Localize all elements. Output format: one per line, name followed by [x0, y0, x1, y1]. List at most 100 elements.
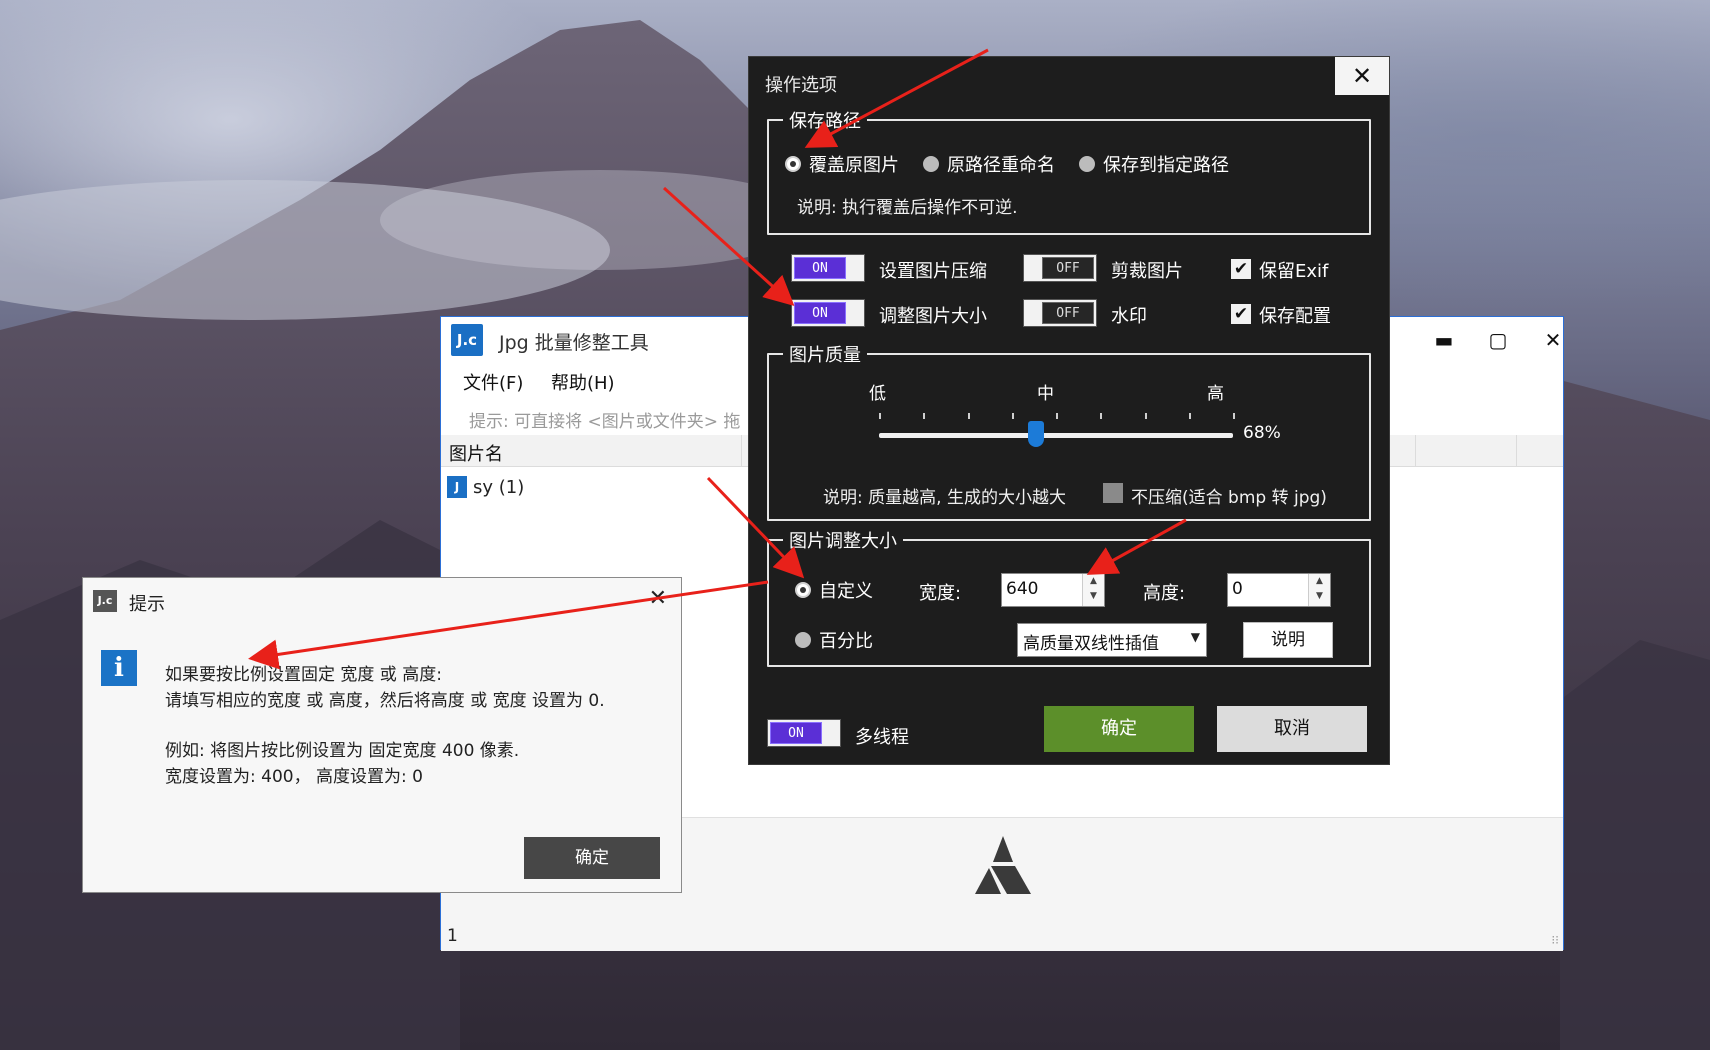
toggle-resize[interactable]: ON — [791, 299, 865, 327]
maximize-icon[interactable]: ▢ — [1478, 325, 1518, 355]
slider-tick — [923, 413, 926, 419]
radio-custom-size[interactable]: 自定义 — [795, 577, 873, 603]
column-separator[interactable] — [1516, 435, 1517, 467]
interpolation-value: 高质量双线性插值 — [1023, 634, 1159, 654]
quality-note: 说明: 质量越高, 生成的大小越大 — [823, 488, 1066, 508]
toggle-resize-label: 调整图片大小 — [879, 306, 987, 327]
toggle-multithread-label: 多线程 — [855, 727, 909, 748]
tip-line: 例如: 将图片按比例设置为 固定宽度 400 像素. — [165, 741, 520, 761]
tip-dialog: J.c 提示 ✕ i 如果要按比例设置固定 宽度 或 高度: 请填写相应的宽度 … — [82, 577, 682, 893]
radio-label: 百分比 — [819, 631, 873, 652]
slider-tick — [1011, 413, 1014, 419]
toggle-state: ON — [794, 257, 846, 279]
tip-line: 宽度设置为: 400， 高度设置为: 0 — [165, 767, 423, 787]
slider-tick — [1144, 413, 1147, 419]
quality-high-label: 高 — [1207, 384, 1224, 404]
checkbox-no-compress[interactable] — [1103, 483, 1123, 503]
column-separator[interactable] — [741, 435, 742, 467]
slider-tick — [1056, 413, 1058, 419]
radio-button[interactable] — [795, 632, 811, 648]
quality-slider-thumb[interactable] — [1028, 421, 1045, 447]
slider-tick — [879, 413, 881, 419]
width-stepper[interactable]: 640 ▲ ▼ — [1001, 573, 1105, 607]
radio-button[interactable] — [785, 156, 801, 172]
column-separator[interactable] — [1415, 435, 1416, 467]
options-close-icon[interactable]: ✕ — [1335, 57, 1389, 95]
slider-tick — [967, 413, 970, 419]
height-label: 高度: — [1143, 583, 1186, 604]
resize-grip-icon[interactable]: ⁝⁝ — [1551, 933, 1559, 947]
toggle-multithread[interactable]: ON — [767, 719, 841, 747]
slider-tick — [1233, 413, 1235, 419]
radio-rename[interactable]: 原路径重命名 — [923, 151, 1055, 177]
checkbox-save-config[interactable]: ✔ — [1231, 304, 1251, 324]
tip-line: 请填写相应的宽度 或 高度，然后将高度 或 宽度 设置为 0. — [165, 691, 605, 711]
spin-arrows-icon[interactable]: ▲ ▼ — [1308, 574, 1330, 606]
height-value: 0 — [1232, 579, 1243, 599]
radio-label: 自定义 — [819, 581, 873, 602]
quality-legend: 图片质量 — [783, 341, 867, 367]
quality-mid-label: 中 — [1037, 384, 1054, 404]
toggle-watermark[interactable]: OFF — [1023, 299, 1097, 327]
tip-titlebar: J.c 提示 ✕ — [83, 578, 681, 622]
spin-arrows-icon[interactable]: ▲ ▼ — [1082, 574, 1104, 606]
menu-help[interactable]: 帮助(H) — [551, 369, 615, 395]
column-image-name[interactable]: 图片名 — [449, 440, 503, 466]
window-close-icon[interactable]: ✕ — [1533, 325, 1573, 355]
height-stepper[interactable]: 0 ▲ ▼ — [1227, 573, 1331, 607]
minimize-icon[interactable]: ▬ — [1424, 325, 1464, 355]
radio-button[interactable] — [923, 156, 939, 172]
toggle-crop[interactable]: OFF — [1023, 254, 1097, 282]
radio-custom-path[interactable]: 保存到指定路径 — [1079, 151, 1229, 177]
radio-button[interactable] — [795, 582, 811, 598]
jpg-file-icon: J — [447, 476, 467, 498]
options-dialog: 操作选项 ✕ 保存路径 覆盖原图片 原路径重命名 保存到指定路径 说明: 执行覆… — [748, 56, 1390, 765]
chevron-down-icon: ▼ — [1190, 630, 1200, 644]
resize-group: 图片调整大小 自定义 宽度: 640 ▲ ▼ 高度: 0 ▲ ▼ 百分比 高质量双线… — [767, 527, 1371, 667]
tip-ok-button[interactable]: 确定 — [524, 837, 660, 879]
quality-value: 68% — [1243, 423, 1281, 443]
radio-percent-size[interactable]: 百分比 — [795, 627, 873, 653]
checkbox-keep-exif[interactable]: ✔ — [1231, 259, 1251, 279]
radio-overwrite[interactable]: 覆盖原图片 — [785, 151, 899, 177]
save-path-group: 保存路径 覆盖原图片 原路径重命名 保存到指定路径 说明: 执行覆盖后操作不可逆… — [767, 107, 1371, 235]
toggle-state: ON — [770, 722, 822, 744]
drag-hint: 提示: 可直接将 <图片或文件夹> 拖 — [469, 412, 741, 432]
save-config-label: 保存配置 — [1259, 306, 1331, 327]
options-ok-button[interactable]: 确定 — [1044, 706, 1194, 752]
radio-label: 保存到指定路径 — [1103, 155, 1229, 176]
slider-tick — [1100, 413, 1103, 419]
brand-logo-icon — [975, 836, 1031, 894]
table-row[interactable]: J sy (1) — [447, 473, 524, 501]
toggle-compress[interactable]: ON — [791, 254, 865, 282]
radio-button[interactable] — [1079, 156, 1095, 172]
menu-file[interactable]: 文件(F) — [463, 369, 523, 395]
tip-line: 如果要按比例设置固定 宽度 或 高度: — [165, 665, 442, 685]
toggle-state: OFF — [1042, 257, 1094, 279]
toggle-crop-label: 剪裁图片 — [1111, 261, 1183, 282]
file-name: sy (1) — [473, 476, 525, 498]
keep-exif-label: 保留Exif — [1259, 261, 1329, 282]
toggle-watermark-label: 水印 — [1111, 306, 1147, 327]
toggle-compress-label: 设置图片压缩 — [879, 261, 987, 282]
quality-slider-track[interactable] — [879, 433, 1233, 438]
resize-help-button[interactable]: 说明 — [1243, 622, 1333, 658]
toggle-state: OFF — [1042, 302, 1094, 324]
radio-label: 原路径重命名 — [947, 155, 1055, 176]
resize-legend: 图片调整大小 — [783, 527, 903, 553]
file-count: 1 — [447, 926, 458, 946]
app-title: Jpg 批量修整工具 — [499, 332, 649, 354]
width-label: 宽度: — [919, 583, 962, 604]
app-logo-icon: J.c — [451, 324, 483, 356]
options-cancel-button[interactable]: 取消 — [1217, 706, 1367, 752]
save-path-legend: 保存路径 — [783, 107, 867, 133]
toggle-state: ON — [794, 302, 846, 324]
tip-title: 提示 — [129, 594, 165, 615]
info-icon: i — [101, 650, 137, 686]
interpolation-select[interactable]: 高质量双线性插值 ▼ — [1017, 623, 1207, 657]
app-logo-icon: J.c — [93, 590, 117, 612]
radio-label: 覆盖原图片 — [809, 155, 899, 176]
slider-tick — [1188, 413, 1191, 419]
quality-group: 图片质量 低 中 高 68% 说明: 质量越高, 生成的大小越大 不压缩(适合 … — [767, 341, 1371, 521]
tip-close-icon[interactable]: ✕ — [649, 586, 667, 611]
